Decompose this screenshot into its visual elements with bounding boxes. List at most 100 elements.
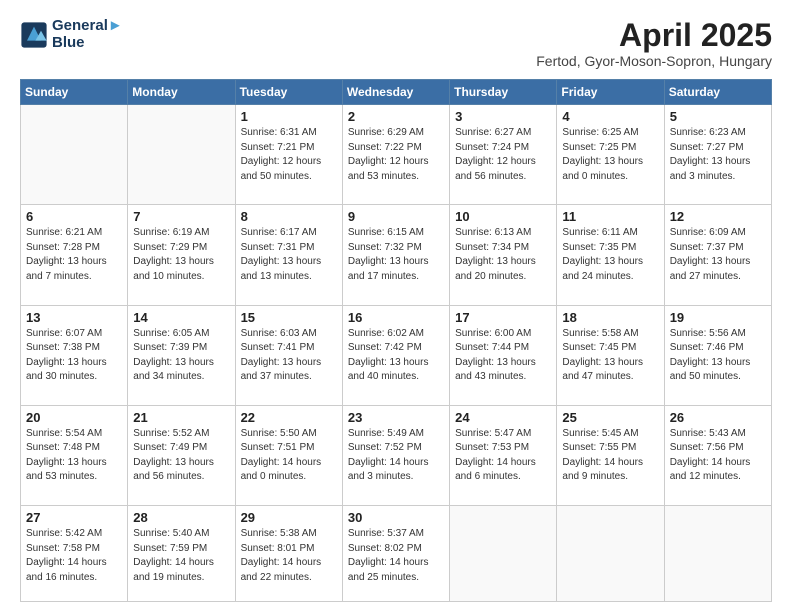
day-info: Sunrise: 5:50 AM Sunset: 7:51 PM Dayligh…	[241, 427, 337, 485]
calendar-cell: 29 Sunrise: 5:38 AM Sunset: 8:01 PM Dayli…	[235, 506, 342, 602]
day-info: Sunrise: 5:42 AM Sunset: 7:58 PM Dayligh…	[26, 527, 122, 585]
day-number: 2	[348, 109, 444, 124]
calendar-header-row: SundayMondayTuesdayWednesdayThursdayFrid…	[21, 80, 772, 105]
calendar-cell: 23 Sunrise: 5:49 AM Sunset: 7:52 PM Dayli…	[342, 405, 449, 505]
day-number: 1	[241, 109, 337, 124]
day-number: 28	[133, 510, 229, 525]
day-info: Sunrise: 5:47 AM Sunset: 7:53 PM Dayligh…	[455, 427, 551, 485]
day-number: 30	[348, 510, 444, 525]
day-info: Sunrise: 6:23 AM Sunset: 7:27 PM Dayligh…	[670, 126, 766, 184]
day-number: 5	[670, 109, 766, 124]
day-info: Sunrise: 6:27 AM Sunset: 7:24 PM Dayligh…	[455, 126, 551, 184]
day-info: Sunrise: 6:05 AM Sunset: 7:39 PM Dayligh…	[133, 327, 229, 385]
day-info: Sunrise: 6:19 AM Sunset: 7:29 PM Dayligh…	[133, 226, 229, 284]
calendar-cell: 14 Sunrise: 6:05 AM Sunset: 7:39 PM Dayli…	[128, 305, 235, 405]
calendar-cell: 13Sunrise: 6:07 AM Sunset: 7:38 PM Dayli…	[21, 305, 128, 405]
calendar-cell: 7 Sunrise: 6:19 AM Sunset: 7:29 PM Daylig…	[128, 205, 235, 305]
day-info: Sunrise: 6:25 AM Sunset: 7:25 PM Dayligh…	[562, 126, 658, 184]
calendar-cell: 10Sunrise: 6:13 AM Sunset: 7:34 PM Dayli…	[450, 205, 557, 305]
calendar-cell: 11 Sunrise: 6:11 AM Sunset: 7:35 PM Dayli…	[557, 205, 664, 305]
calendar-cell	[557, 506, 664, 602]
day-number: 6	[26, 209, 122, 224]
day-number: 29	[241, 510, 337, 525]
calendar-cell: 8 Sunrise: 6:17 AM Sunset: 7:31 PM Daylig…	[235, 205, 342, 305]
day-number: 3	[455, 109, 551, 124]
calendar-cell: 20 Sunrise: 5:54 AM Sunset: 7:48 PM Dayli…	[21, 405, 128, 505]
weekday-header: Friday	[557, 80, 664, 105]
day-number: 19	[670, 310, 766, 325]
calendar-cell: 28 Sunrise: 5:40 AM Sunset: 7:59 PM Dayli…	[128, 506, 235, 602]
page: General► Blue April 2025 Fertod, Gyor-Mo…	[0, 0, 792, 612]
logo: General► Blue	[20, 18, 123, 51]
day-number: 11	[562, 209, 658, 224]
weekday-header: Sunday	[21, 80, 128, 105]
day-info: Sunrise: 6:09 AM Sunset: 7:37 PM Dayligh…	[670, 226, 766, 284]
day-number: 25	[562, 410, 658, 425]
day-number: 8	[241, 209, 337, 224]
day-info: Sunrise: 5:49 AM Sunset: 7:52 PM Dayligh…	[348, 427, 444, 485]
calendar-cell	[450, 506, 557, 602]
day-number: 21	[133, 410, 229, 425]
day-info: Sunrise: 6:11 AM Sunset: 7:35 PM Dayligh…	[562, 226, 658, 284]
calendar-cell: 17 Sunrise: 6:00 AM Sunset: 7:44 PM Dayli…	[450, 305, 557, 405]
day-number: 23	[348, 410, 444, 425]
month-title: April 2025	[536, 18, 772, 53]
day-number: 12	[670, 209, 766, 224]
day-info: Sunrise: 5:58 AM Sunset: 7:45 PM Dayligh…	[562, 327, 658, 385]
calendar-cell: 1 Sunrise: 6:31 AM Sunset: 7:21 PM Daylig…	[235, 105, 342, 205]
calendar-cell: 30 Sunrise: 5:37 AM Sunset: 8:02 PM Dayli…	[342, 506, 449, 602]
calendar-cell: 9 Sunrise: 6:15 AM Sunset: 7:32 PM Daylig…	[342, 205, 449, 305]
weekday-header: Tuesday	[235, 80, 342, 105]
day-info: Sunrise: 5:40 AM Sunset: 7:59 PM Dayligh…	[133, 527, 229, 585]
location: Fertod, Gyor-Moson-Sopron, Hungary	[536, 53, 772, 69]
day-number: 18	[562, 310, 658, 325]
day-info: Sunrise: 5:45 AM Sunset: 7:55 PM Dayligh…	[562, 427, 658, 485]
day-info: Sunrise: 6:29 AM Sunset: 7:22 PM Dayligh…	[348, 126, 444, 184]
title-block: April 2025 Fertod, Gyor-Moson-Sopron, Hu…	[536, 18, 772, 69]
calendar-week-row: 13Sunrise: 6:07 AM Sunset: 7:38 PM Dayli…	[21, 305, 772, 405]
day-number: 17	[455, 310, 551, 325]
day-number: 9	[348, 209, 444, 224]
calendar-cell: 22 Sunrise: 5:50 AM Sunset: 7:51 PM Dayli…	[235, 405, 342, 505]
day-info: Sunrise: 6:00 AM Sunset: 7:44 PM Dayligh…	[455, 327, 551, 385]
day-number: 13	[26, 310, 122, 325]
calendar-cell: 3 Sunrise: 6:27 AM Sunset: 7:24 PM Daylig…	[450, 105, 557, 205]
calendar-week-row: 27Sunrise: 5:42 AM Sunset: 7:58 PM Dayli…	[21, 506, 772, 602]
day-number: 24	[455, 410, 551, 425]
day-info: Sunrise: 5:54 AM Sunset: 7:48 PM Dayligh…	[26, 427, 122, 485]
calendar-cell	[664, 506, 771, 602]
calendar-week-row: 1 Sunrise: 6:31 AM Sunset: 7:21 PM Daylig…	[21, 105, 772, 205]
calendar-cell: 24 Sunrise: 5:47 AM Sunset: 7:53 PM Dayli…	[450, 405, 557, 505]
day-number: 14	[133, 310, 229, 325]
calendar-cell: 18 Sunrise: 5:58 AM Sunset: 7:45 PM Dayli…	[557, 305, 664, 405]
day-info: Sunrise: 5:56 AM Sunset: 7:46 PM Dayligh…	[670, 327, 766, 385]
calendar-week-row: 6Sunrise: 6:21 AM Sunset: 7:28 PM Daylig…	[21, 205, 772, 305]
calendar-cell: 15 Sunrise: 6:03 AM Sunset: 7:41 PM Dayli…	[235, 305, 342, 405]
day-info: Sunrise: 6:17 AM Sunset: 7:31 PM Dayligh…	[241, 226, 337, 284]
day-number: 4	[562, 109, 658, 124]
day-number: 20	[26, 410, 122, 425]
day-number: 7	[133, 209, 229, 224]
day-number: 15	[241, 310, 337, 325]
day-info: Sunrise: 6:31 AM Sunset: 7:21 PM Dayligh…	[241, 126, 337, 184]
calendar-cell	[128, 105, 235, 205]
day-info: Sunrise: 6:03 AM Sunset: 7:41 PM Dayligh…	[241, 327, 337, 385]
calendar-cell: 16Sunrise: 6:02 AM Sunset: 7:42 PM Dayli…	[342, 305, 449, 405]
calendar-cell: 26Sunrise: 5:43 AM Sunset: 7:56 PM Dayli…	[664, 405, 771, 505]
day-info: Sunrise: 5:37 AM Sunset: 8:02 PM Dayligh…	[348, 527, 444, 585]
day-number: 10	[455, 209, 551, 224]
calendar-cell: 27Sunrise: 5:42 AM Sunset: 7:58 PM Dayli…	[21, 506, 128, 602]
day-info: Sunrise: 5:38 AM Sunset: 8:01 PM Dayligh…	[241, 527, 337, 585]
weekday-header: Wednesday	[342, 80, 449, 105]
day-number: 26	[670, 410, 766, 425]
day-info: Sunrise: 6:15 AM Sunset: 7:32 PM Dayligh…	[348, 226, 444, 284]
day-number: 22	[241, 410, 337, 425]
logo-text: General► Blue	[52, 18, 123, 51]
calendar-cell: 4 Sunrise: 6:25 AM Sunset: 7:25 PM Daylig…	[557, 105, 664, 205]
day-info: Sunrise: 6:02 AM Sunset: 7:42 PM Dayligh…	[348, 327, 444, 385]
logo-icon	[20, 21, 48, 49]
calendar-week-row: 20 Sunrise: 5:54 AM Sunset: 7:48 PM Dayli…	[21, 405, 772, 505]
weekday-header: Thursday	[450, 80, 557, 105]
calendar-cell	[21, 105, 128, 205]
header: General► Blue April 2025 Fertod, Gyor-Mo…	[20, 18, 772, 69]
